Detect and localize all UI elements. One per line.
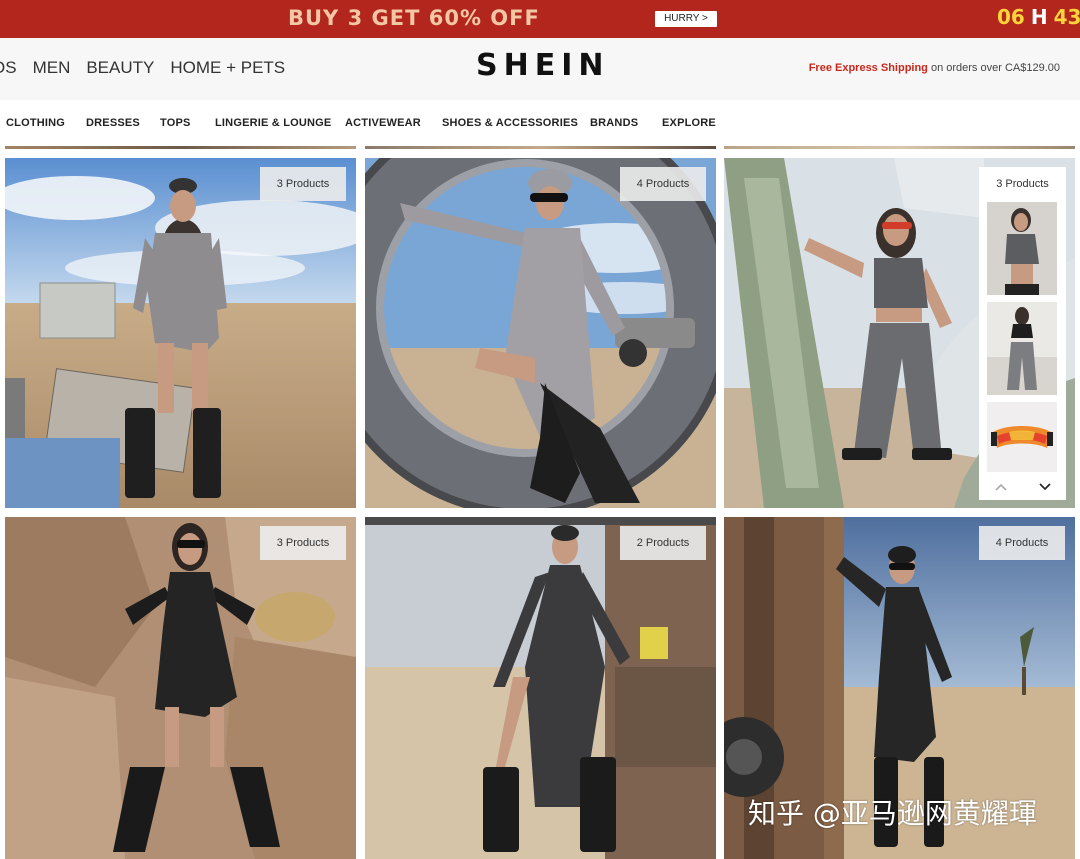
lookbook-photo [365, 517, 716, 859]
product-thumbnail-3[interactable] [987, 402, 1057, 472]
product-thumbnail-1[interactable] [987, 202, 1057, 295]
category-brands[interactable]: BRANDS [590, 117, 638, 129]
category-nav: CLOTHING DRESSES TOPS LINGERIE & LOUNGE … [0, 100, 1080, 146]
product-photo [987, 302, 1057, 395]
products-count-label[interactable]: 3 Products [979, 167, 1066, 201]
previous-row-edge [365, 146, 716, 149]
category-tops[interactable]: TOPS [160, 117, 191, 129]
product-photo [987, 402, 1057, 472]
category-activewear[interactable]: ACTIVEWEAR [345, 117, 421, 129]
lookbook-tile-2[interactable]: 4 Products [365, 158, 716, 508]
previous-row-edge [5, 146, 356, 149]
top-nav-item-home-pets[interactable]: HOME + PETS [170, 58, 285, 78]
countdown-hours: 06 [997, 5, 1025, 29]
lookbook-tile-4[interactable]: 3 Products [5, 517, 356, 859]
chevron-up-icon [995, 483, 1007, 491]
products-count-badge[interactable]: 4 Products [620, 167, 706, 201]
products-count-badge[interactable]: 4 Products [979, 526, 1065, 560]
category-clothing[interactable]: CLOTHING [6, 117, 65, 129]
shipping-text: on orders over CA$129.00 [927, 62, 1060, 74]
shipping-notice[interactable]: Free Express Shipping on orders over CA$… [809, 62, 1060, 74]
carousel-up-button[interactable] [995, 480, 1007, 494]
top-nav-item-beauty[interactable]: BEAUTY [86, 58, 154, 78]
lookbook-tile-1[interactable]: 3 Products [5, 158, 356, 508]
products-carousel: 3 Products [979, 167, 1066, 500]
shipping-highlight: Free Express Shipping [808, 62, 928, 74]
countdown-hours-unit: H [1030, 5, 1048, 29]
category-explore[interactable]: EXPLORE [662, 117, 716, 129]
countdown-timer: 06 H 43 [997, 5, 1080, 29]
lookbook-photo [365, 158, 716, 508]
lookbook-photo [5, 517, 356, 859]
site-header: OS MEN BEAUTY HOME + PETS SHEIN Free Exp… [0, 38, 1080, 100]
lookbook-photo [5, 158, 356, 508]
top-nav-item-kids[interactable]: OS [0, 58, 17, 78]
carousel-down-button[interactable] [1039, 480, 1051, 494]
promo-title[interactable]: BUY 3 GET 60% OFF [288, 6, 540, 30]
product-thumbnail-2[interactable] [987, 302, 1057, 395]
promo-banner[interactable]: BUY 3 GET 60% OFF HURRY > 06 H 43 [0, 0, 1080, 38]
shein-logo[interactable]: SHEIN [476, 48, 609, 83]
category-lingerie-lounge[interactable]: LINGERIE & LOUNGE [215, 117, 331, 129]
category-dresses[interactable]: DRESSES [86, 117, 140, 129]
hurry-button[interactable]: HURRY > [655, 11, 717, 27]
products-count-badge[interactable]: 3 Products [260, 526, 346, 560]
top-nav-item-men[interactable]: MEN [33, 58, 71, 78]
previous-row-edge [724, 146, 1075, 149]
chevron-down-icon [1039, 483, 1051, 491]
products-count-badge[interactable]: 2 Products [620, 526, 706, 560]
lookbook-tile-5[interactable]: 2 Products [365, 517, 716, 859]
top-nav: OS MEN BEAUTY HOME + PETS [0, 58, 301, 78]
product-photo [987, 202, 1057, 295]
countdown-minutes: 43 [1053, 5, 1080, 29]
products-count-badge[interactable]: 3 Products [260, 167, 346, 201]
category-shoes-accessories[interactable]: SHOES & ACCESSORIES [442, 117, 578, 129]
watermark: 知乎 @亚马逊网黄耀琿 [748, 797, 1037, 830]
